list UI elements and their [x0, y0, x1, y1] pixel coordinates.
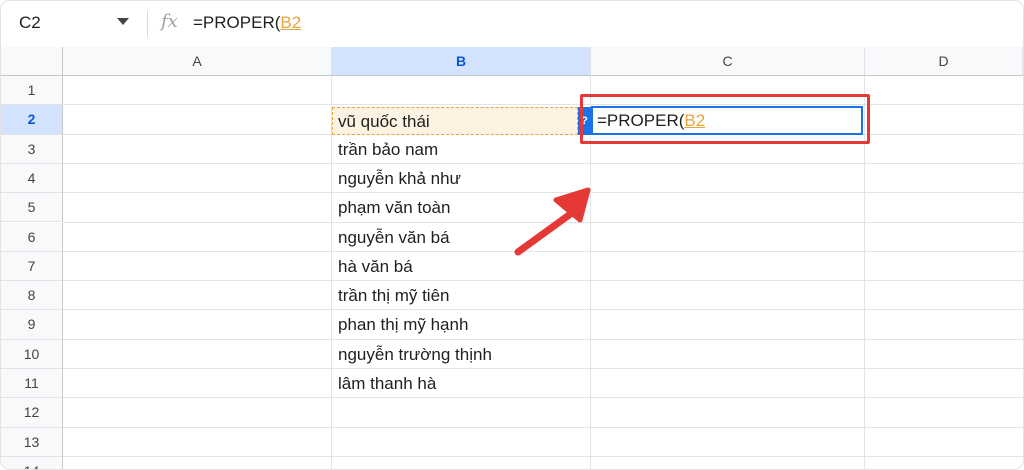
formula-input[interactable]: =PROPER(B2	[193, 13, 301, 33]
row-header-1[interactable]: 1	[1, 76, 63, 106]
name-box-dropdown-icon[interactable]	[117, 18, 129, 25]
cell-b8[interactable]: trần thị mỹ tiên	[332, 281, 590, 310]
name-box[interactable]: C2	[19, 13, 41, 33]
row-header-7[interactable]: 7	[1, 251, 63, 282]
row-header-12[interactable]: 12	[1, 398, 63, 428]
row-header-2[interactable]: 2	[1, 105, 63, 135]
row-header-10[interactable]: 10	[1, 339, 63, 369]
annotation-highlight-box	[580, 94, 870, 144]
column-header-b[interactable]: B	[332, 47, 591, 76]
cell-b10[interactable]: nguyễn trường thịnh	[332, 340, 590, 369]
select-all-corner[interactable]	[1, 47, 63, 76]
formula-bar-divider	[147, 11, 148, 37]
row-header-4[interactable]: 4	[1, 163, 63, 194]
fx-icon: fx	[161, 11, 178, 32]
row-header-14[interactable]: 14	[1, 456, 63, 469]
cell-b11[interactable]: lâm thanh hà	[332, 369, 590, 398]
row-header-6[interactable]: 6	[1, 222, 63, 252]
formula-reference: B2	[280, 13, 302, 32]
row-header-5[interactable]: 5	[1, 193, 63, 223]
row-header-8[interactable]: 8	[1, 281, 63, 311]
row-gridline	[63, 426, 1023, 428]
column-header-d[interactable]: D	[865, 47, 1023, 76]
column-header-c[interactable]: C	[591, 47, 865, 76]
sheet-grid[interactable]: A B C D 1234567891011121314 trần bảo nam…	[1, 47, 1023, 469]
row-gridline	[63, 104, 1023, 106]
column-header-a[interactable]: A	[63, 47, 332, 76]
cell-b9[interactable]: phan thị mỹ hạnh	[332, 310, 590, 339]
row-header-9[interactable]: 9	[1, 310, 63, 340]
row-header-3[interactable]: 3	[1, 134, 63, 164]
row-gridline	[63, 455, 1023, 457]
cell-b2-referenced[interactable]: vũ quốc thái	[332, 107, 578, 135]
row-header-11[interactable]: 11	[1, 369, 63, 399]
spreadsheet-window: C2 fx =PROPER(B2 A B C D 1 2 3 4 5 6 7 8 9 10 11 12…	[0, 0, 1024, 470]
formula-text: =PROPER(	[193, 13, 281, 32]
annotation-arrow-icon	[514, 187, 591, 256]
row-header-13[interactable]: 13	[1, 427, 63, 457]
formula-bar: C2 fx =PROPER(B2	[1, 1, 1023, 48]
